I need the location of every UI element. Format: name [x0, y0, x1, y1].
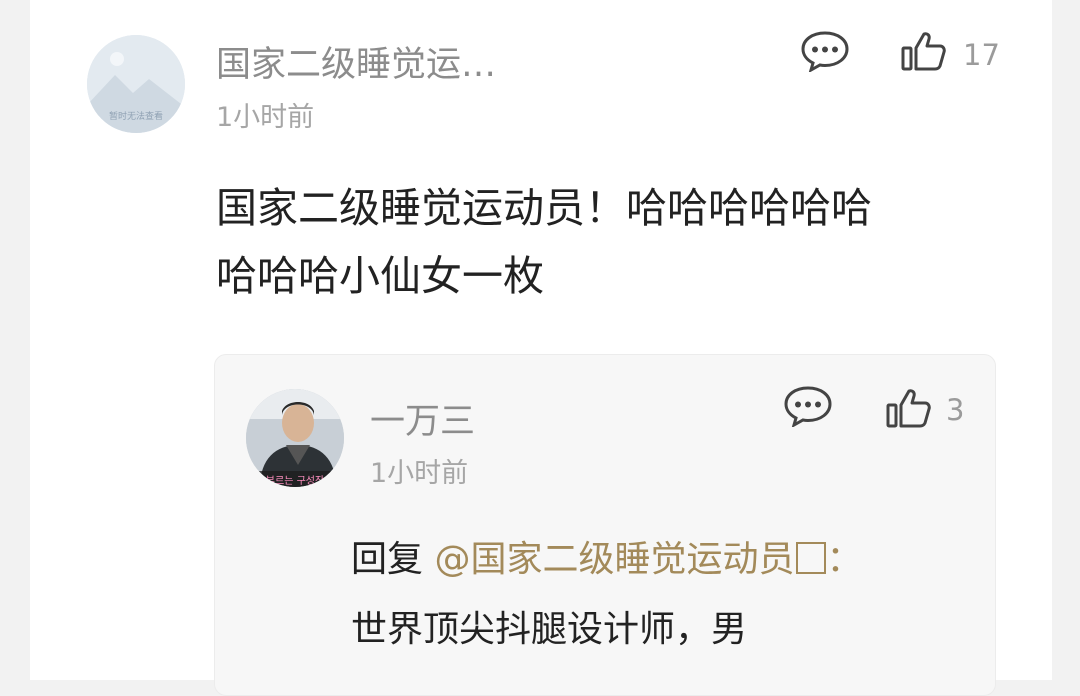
reply-line1: 回复 @国家二级睡觉运动员 ： — [351, 525, 863, 595]
reply-avatar[interactable]: 부르는 구성장 — [246, 389, 344, 487]
comment-text-line2: 哈哈哈小仙女一枚 — [216, 252, 544, 300]
avatar-placeholder-text: 暂时无法查看 — [108, 112, 163, 122]
reply-timestamp: 1小时前 — [370, 458, 469, 489]
reply-box: 부르는 구성장 一万三 1小时前 3 回复 @国家二级睡觉运动员 ： 世界顶尖抖腿… — [214, 354, 996, 696]
comment-timestamp: 1小时前 — [216, 102, 315, 133]
reply-like-count: 3 — [946, 393, 965, 427]
mention-suffix: ： — [826, 539, 863, 580]
reply-comment-bubble-icon[interactable] — [783, 385, 833, 427]
comment-text-line1: 国家二级睡觉运动员！哈哈哈哈哈哈 — [216, 184, 872, 232]
reply-prefix: 回复 — [351, 539, 424, 580]
missing-emoji-glyph — [796, 542, 827, 574]
reply-thumbs-up-icon[interactable] — [885, 387, 931, 429]
reply-username[interactable]: 一万三 — [370, 393, 475, 444]
avatar[interactable]: 暂时无法查看 — [87, 35, 185, 133]
mention-link[interactable]: @国家二级睡觉运动员 — [434, 539, 794, 580]
thumbs-up-icon[interactable] — [900, 30, 946, 72]
avatar-caption: 부르는 구성장 — [265, 476, 325, 487]
comment-bubble-icon[interactable] — [800, 30, 850, 72]
reply-text: 世界顶尖抖腿设计师，男 — [351, 609, 748, 650]
like-count: 17 — [963, 38, 1000, 72]
comment-username[interactable]: 国家二级睡觉运… — [216, 36, 496, 87]
comment-card: 暂时无法查看 国家二级睡觉运… 1小时前 17 国家二级睡觉运动员！哈哈哈哈哈哈… — [30, 0, 1052, 696]
